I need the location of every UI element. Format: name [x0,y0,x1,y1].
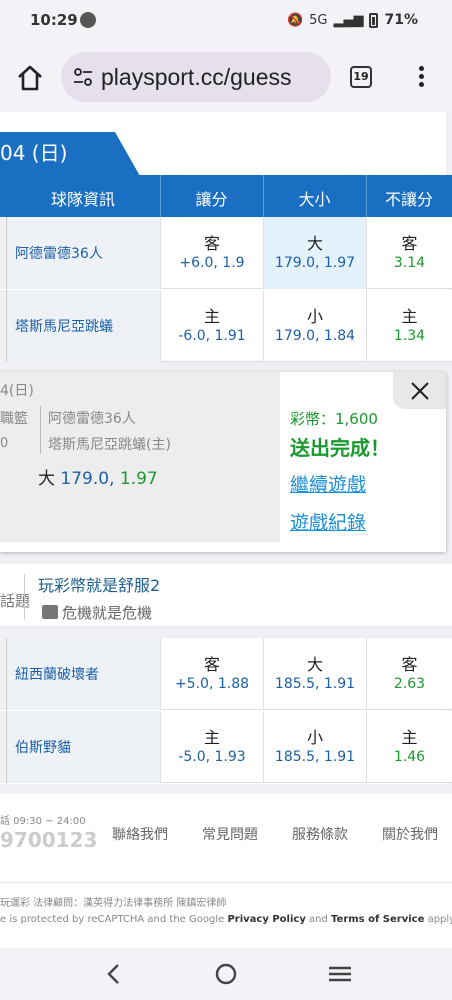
total-bet-cell[interactable]: 小 185.5, 1.91 [263,711,366,783]
table-row: 紐西蘭破壞者 客 +5.0, 1.88 大 185.5, 1.91 客 2.63 [0,638,452,710]
privacy-policy-link[interactable]: Privacy Policy [227,914,305,925]
site-footer: 話 09:30 ~ 24:00 9700123 聯絡我們 常見問題 服務條款 關… [0,794,452,948]
message-notification-icon [80,12,96,28]
submit-success-text: 送出完成！ [290,436,390,460]
moneyline-bet-cell[interactable]: 主 1.46 [366,711,452,783]
game-table-panel: 紐西蘭破壞者 客 +5.0, 1.88 大 185.5, 1.91 客 2.63… [0,638,452,784]
ticket-date: 4(日) [0,383,34,399]
ticket-home-team: 塔斯馬尼亞跳蟻(主) [48,437,171,453]
date-tab[interactable]: 04 (日) [0,132,140,176]
table-row: 塔斯馬尼亞跳蟻 主 -6.0, 1.91 小 179.0, 1.84 主 1.3… [0,290,452,362]
spread-bet-cell[interactable]: 客 +5.0, 1.88 [160,638,263,710]
battery-icon [369,12,379,28]
footer-link-terms[interactable]: 服務條款 [292,824,348,844]
moneyline-bet-cell[interactable]: 客 3.14 [366,217,452,289]
spread-bet-cell[interactable]: 客 +6.0, 1.9 [160,217,263,289]
table-header: 球隊資訊 讓分 大小 不讓分 [0,175,452,217]
url-text: playsport.cc/guess [101,64,292,90]
service-phone[interactable]: 9700123 [0,828,97,852]
ticket-pick: 大 179.0, 1.97 [38,469,158,489]
close-popup-button[interactable] [393,372,446,409]
overflow-menu-icon[interactable] [414,64,428,92]
moneyline-bet-cell[interactable]: 主 1.34 [366,290,452,362]
terms-of-service-link[interactable]: Terms of Service [331,914,424,925]
bet-ticket: 4(日) 職籃 0 阿德雷德36人 塔斯馬尼亞跳蟻(主) 大 179.0, 1.… [0,372,280,550]
header-total: 大小 [298,190,331,209]
header-spread: 讓分 [195,190,228,209]
forum-topic-item[interactable]: 話題 玩彩幣就是舒服2 危機就是危機 [0,564,452,626]
forum-subtitle[interactable]: 危機就是危機 [42,602,152,623]
bet-confirmation-popup: 4(日) 職籃 0 阿德雷德36人 塔斯馬尼亞跳蟻(主) 大 179.0, 1.… [0,372,446,552]
spread-bet-cell[interactable]: 主 -5.0, 1.93 [160,711,263,783]
recent-apps-icon[interactable] [326,960,354,988]
header-team-info: 球隊資訊 [50,190,115,209]
footer-link-contact[interactable]: 聯絡我們 [112,824,168,844]
page-content: 04 (日) 球隊資訊 讓分 大小 不讓分 阿德雷德36人 客 +6.0, 1.… [0,112,452,948]
ticket-league: 職籃 [0,411,28,427]
total-bet-cell[interactable]: 大 185.5, 1.91 [263,638,366,710]
coin-balance: 彩幣：1,600 [290,410,378,428]
spread-bet-cell[interactable]: 主 -6.0, 1.91 [160,290,263,362]
clock: 10:29 [30,11,78,29]
forum-category: 話題 [0,592,31,610]
team-name[interactable]: 紐西蘭破壞者 [15,664,99,684]
moneyline-bet-cell[interactable]: 客 2.63 [366,638,452,710]
site-settings-icon[interactable] [73,68,93,86]
continue-game-link[interactable]: 繼續遊戲 [290,470,366,497]
image-icon [42,605,58,619]
team-name[interactable]: 阿德雷德36人 [15,243,103,263]
table-row: 阿德雷德36人 客 +6.0, 1.9 大 179.0, 1.97 客 3.14 [0,217,452,289]
back-icon[interactable] [100,960,128,988]
total-bet-cell-selected[interactable]: 大 179.0, 1.97 [263,217,366,289]
footer-link-about[interactable]: 關於我們 [382,824,438,844]
ticket-away-team: 阿德雷德36人 [48,411,136,427]
tab-switcher-button[interactable]: 19 [350,66,372,88]
battery-percent: 71% [384,12,418,28]
browser-toolbar: playsport.cc/guess 19 [0,42,452,112]
recaptcha-notice: e is protected by reCAPTCHA and the Goog… [0,914,452,925]
mute-icon: 🔕 [286,12,304,28]
team-name[interactable]: 伯斯野貓 [15,737,71,757]
total-bet-cell[interactable]: 小 179.0, 1.84 [263,290,366,362]
address-bar[interactable]: playsport.cc/guess [61,52,331,102]
forum-title[interactable]: 玩彩幣就是舒服2 [38,572,160,596]
game-table-panel: 04 (日) 球隊資訊 讓分 大小 不讓分 阿德雷德36人 客 +6.0, 1.… [0,112,452,362]
ticket-number: 0 [0,436,9,451]
team-name[interactable]: 塔斯馬尼亞跳蟻 [15,316,113,336]
status-bar: 10:29 🔕 5G ▂▄▆ 71% [0,0,452,42]
home-circle-icon[interactable] [212,960,240,988]
close-icon [411,382,429,400]
network-type: 5G [309,12,328,28]
table-row: 伯斯野貓 主 -5.0, 1.93 小 185.5, 1.91 主 1.46 [0,711,452,783]
service-hours: 話 09:30 ~ 24:00 [0,816,86,827]
home-icon[interactable] [14,62,46,94]
footer-link-faq[interactable]: 常見問題 [202,824,258,844]
game-record-link[interactable]: 遊戲紀錄 [290,508,366,535]
header-moneyline: 不讓分 [384,190,433,209]
legal-counsel-text: 玩運彩 法律顧問：漢英得力法律事務所 陳鎮宏律師 [0,898,227,909]
signal-icon: ▂▄▆ [333,12,364,28]
system-navigation-bar [0,948,452,1000]
